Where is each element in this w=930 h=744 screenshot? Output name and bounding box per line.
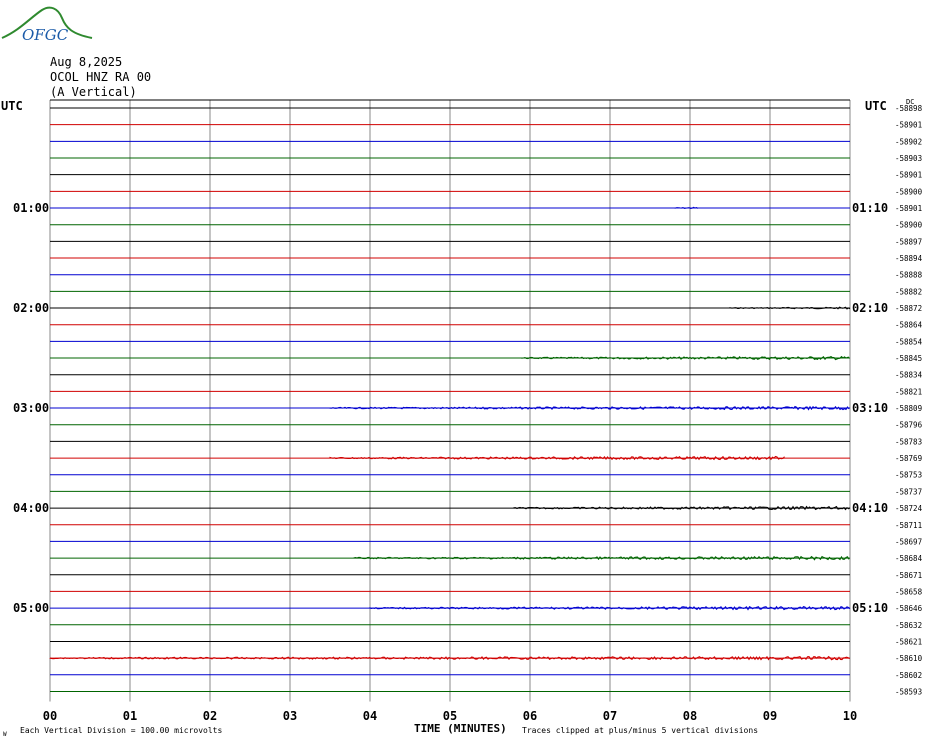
x-axis-ticks: 00 01 02 03 04 05 06 07 08 09 10 [43,709,857,723]
dc-offset-label: -58737 [895,487,922,496]
dc-offset-label: -58898 [895,104,923,113]
dc-offset-label: -58901 [895,121,922,130]
dc-offset-label: -58658 [895,587,923,596]
dc-offset-label: -58821 [895,387,922,396]
dc-offset-labels: -58898 -58901 -58902 -58903 -58901 -58900 -589… [895,104,923,696]
logo-text: OFGC [22,26,69,44]
helicorder-chart: OFGC Aug 8,2025 OCOL HNZ RA 00 (A Vertic… [1,6,923,738]
dc-offset-label: -58901 [895,171,922,180]
x-tick-label: 04 [363,709,377,723]
dc-offset-label: -58834 [895,371,923,380]
left-time-label: 01:00 [13,201,49,215]
dc-offset-label: -58888 [895,271,923,280]
x-tick-label: 06 [523,709,537,723]
right-utc-header: UTC [865,99,887,113]
dc-offset-label: -58724 [895,504,923,513]
x-tick-label: 03 [283,709,297,723]
right-time-labels: 01:10 02:10 03:10 04:10 05:10 [852,201,888,615]
dc-offset-label: -58621 [895,637,922,646]
dc-offset-label: -58711 [895,521,922,530]
x-tick-label: 07 [603,709,617,723]
dc-offset-label: -58796 [895,421,923,430]
dc-offset-label: -58900 [895,221,923,230]
left-utc-header: UTC [1,99,23,113]
right-time-label: 01:10 [852,201,888,215]
dc-offset-label: -58593 [895,687,922,696]
x-tick-label: 05 [443,709,457,723]
dc-offset-label: -58900 [895,187,923,196]
right-time-label: 04:10 [852,501,888,515]
trace-activity-wiggle [513,505,851,511]
dc-offset-label: -58753 [895,471,922,480]
dc-offset-label: -58901 [895,204,922,213]
dc-offset-label: -58845 [895,354,922,363]
ofgc-logo: OFGC [1,6,93,44]
dc-offset-label: -58769 [895,454,922,463]
dc-offset-label: -58882 [895,287,922,296]
station-code: OCOL HNZ RA 00 [50,70,151,84]
chart-date: Aug 8,2025 [50,55,122,69]
vertical-division-note: Each Vertical Division = 100.00 microvol… [20,726,222,735]
dc-offset-label: -58854 [895,337,923,346]
x-tick-label: 00 [43,709,57,723]
dc-offset-label: -58610 [895,654,923,663]
dc-offset-label: -58632 [895,621,922,630]
dc-offset-label: -58684 [895,554,923,563]
x-tick-label: 01 [123,709,137,723]
dc-offset-label: -58902 [895,137,922,146]
x-tick-label: 09 [763,709,777,723]
dc-offset-label: -58864 [895,321,923,330]
dc-offset-label: -58783 [895,437,922,446]
dc-offset-label: -58903 [895,154,922,163]
right-time-label: 02:10 [852,301,888,315]
dc-offset-label: -58602 [895,671,922,680]
corner-mark: W [3,731,7,738]
dc-offset-label: -58897 [895,237,922,246]
x-tick-label: 02 [203,709,217,723]
left-time-label: 04:00 [13,501,49,515]
left-time-label: 02:00 [13,301,49,315]
dc-offset-label: -58894 [895,254,923,263]
right-time-label: 03:10 [852,401,888,415]
trace-activity-wiggle [729,306,851,310]
vertical-gridlines [49,99,851,702]
component-label: (A Vertical) [50,85,137,99]
clip-note: Traces clipped at plus/minus 5 vertical … [522,726,758,735]
dc-offset-label: -58809 [895,404,922,413]
left-time-label: 03:00 [13,401,49,415]
x-tick-label: 08 [683,709,697,723]
dc-offset-label: -58697 [895,537,922,546]
left-time-label: 05:00 [13,601,49,615]
trace-activity-wiggle [329,455,785,461]
left-time-labels: 01:00 02:00 03:00 04:00 05:00 [13,201,49,615]
right-time-label: 05:10 [852,601,888,615]
x-tick-label: 10 [843,709,857,723]
x-axis-title: TIME (MINUTES) [414,722,507,735]
dc-offset-label: -58872 [895,304,922,313]
dc-offset-label: -58646 [895,604,923,613]
dc-offset-label: -58671 [895,571,922,580]
